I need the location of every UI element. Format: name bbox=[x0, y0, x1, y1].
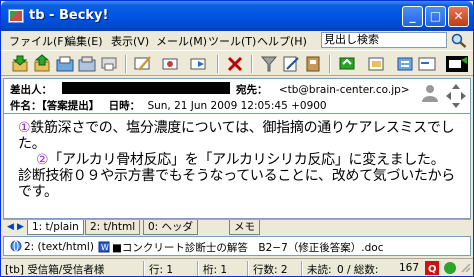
app-window: tb - Becky! _ □ ✕ ファイル(F) 編集(E) 表示(V) メー… bbox=[0, 0, 474, 277]
svg-text:W: W bbox=[101, 243, 109, 252]
toolbar-separator bbox=[125, 55, 127, 73]
new-mail-indicator-icon[interactable] bbox=[445, 54, 469, 74]
menu-help[interactable]: ヘルプ(H) bbox=[257, 33, 319, 49]
tab-text-plain[interactable]: 1: t/plain bbox=[27, 220, 84, 235]
attachment-html-label: 2: (text/html) bbox=[24, 241, 94, 253]
body-line-1: 鉄筋深さでの、塩分濃度については、御指摘の通りケアレスミスでした。 bbox=[18, 120, 455, 152]
toolbar-separator bbox=[251, 55, 253, 73]
minimize-button[interactable]: _ bbox=[402, 6, 423, 27]
reply-icon[interactable] bbox=[161, 54, 181, 74]
menu-file[interactable]: ファイル(F) bbox=[9, 33, 68, 49]
menu-tools[interactable]: ツール(T) bbox=[208, 33, 256, 49]
menu-bar: ファイル(F) 編集(E) 表示(V) メール(M) ツール(T) ヘルプ(H)… bbox=[1, 31, 473, 50]
status-folder: [tb] 受信箱/受信者様 bbox=[5, 264, 105, 276]
outbox-icon[interactable] bbox=[55, 54, 75, 74]
attachment-doc-label: ■コンクリート診断士の解答 B2−7（修正後答案）.doc bbox=[112, 242, 384, 254]
menu-edit[interactable]: 編集(E) bbox=[65, 33, 103, 49]
menu-mail[interactable]: メール(M) bbox=[156, 33, 207, 49]
status-separator bbox=[301, 261, 303, 276]
connection-icon[interactable] bbox=[443, 261, 457, 275]
status-separator bbox=[143, 261, 145, 276]
status-separator bbox=[247, 261, 249, 276]
tab-scroll-left-icon[interactable]: ◀ bbox=[7, 222, 14, 232]
edit-icon[interactable] bbox=[281, 54, 301, 74]
tab-memo[interactable]: メモ bbox=[229, 220, 260, 235]
maximize-button[interactable]: □ bbox=[425, 6, 446, 27]
subject-value: 【答案提出】 bbox=[41, 100, 100, 112]
status-bar: [tb] 受信箱/受信者様 行: 1 桁: 1 行数: 2 未読: 0 / 総数… bbox=[1, 258, 473, 276]
from-label: 差出人： bbox=[10, 84, 52, 96]
status-separator bbox=[197, 261, 199, 276]
import-icon[interactable] bbox=[367, 54, 387, 74]
date-value: Sun, 21 Jun 2009 12:05:45 +0900 bbox=[147, 100, 327, 112]
message-header: 差出人： 宛先： <tb@brain-center.co.jp> 件名：【答案提… bbox=[3, 78, 471, 114]
subject-label: 件名： bbox=[10, 100, 42, 112]
menu-view[interactable]: 表示(V) bbox=[111, 33, 149, 49]
sender-avatar-icon[interactable] bbox=[420, 82, 440, 104]
online-status-icon[interactable]: Q bbox=[425, 261, 439, 275]
status-total: 167 bbox=[399, 262, 420, 274]
bullet-marker-1: ① bbox=[18, 120, 31, 136]
options-icon[interactable] bbox=[395, 54, 415, 74]
tab-text-html[interactable]: 2: t/html bbox=[85, 220, 141, 235]
forward-icon[interactable] bbox=[189, 54, 209, 74]
to-row: 宛先： <tb@brain-center.co.jp> bbox=[236, 82, 410, 97]
message-body[interactable]: ①鉄筋深さでの、塩分濃度については、御指摘の通りケアレスミスでした。 ②「アルカ… bbox=[3, 114, 471, 219]
header-search-input[interactable]: 見出し検索 bbox=[321, 32, 447, 48]
toolbar-separator bbox=[329, 55, 331, 73]
status-line: 行: 1 bbox=[149, 264, 174, 276]
body-line-2: 「アルカリ骨材反応」を「アルカリシリカ反応」に変えました。診断技術０９や示方書で… bbox=[18, 152, 455, 200]
toolbar-separator bbox=[217, 55, 219, 73]
resize-grip-icon[interactable] bbox=[459, 261, 471, 275]
to-value[interactable]: <tb@brain-center.co.jp> bbox=[279, 84, 410, 96]
date-label: 日時： bbox=[108, 100, 141, 112]
address-book-icon[interactable] bbox=[303, 54, 323, 74]
status-rows: 行数: 2 bbox=[253, 264, 288, 276]
app-icon[interactable] bbox=[8, 9, 24, 23]
sync-icon[interactable] bbox=[337, 54, 357, 74]
close-button[interactable]: ✕ bbox=[448, 6, 469, 27]
search-icon[interactable] bbox=[450, 32, 468, 48]
status-column: 桁: 1 bbox=[203, 264, 228, 276]
attachment-html[interactable]: 2: (text/html) bbox=[10, 240, 94, 253]
to-label: 宛先： bbox=[236, 84, 268, 96]
word-document-icon: W bbox=[98, 241, 110, 253]
from-redacted bbox=[62, 82, 230, 94]
print-icon[interactable] bbox=[99, 54, 119, 74]
tab-header[interactable]: 0: ヘッダ bbox=[143, 220, 199, 235]
window-title: tb - Becky! bbox=[29, 8, 109, 23]
filter-icon[interactable] bbox=[259, 54, 279, 74]
trash-folder-icon[interactable] bbox=[77, 54, 97, 74]
tab-scroll-right-icon[interactable]: ▶ bbox=[17, 222, 24, 232]
attachment-doc[interactable]: W ■コンクリート診断士の解答 B2−7（修正後答案）.doc bbox=[98, 240, 383, 255]
attachment-bar: 2: (text/html) W ■コンクリート診断士の解答 B2−7（修正後答案… bbox=[3, 236, 471, 256]
minimize-to-tray-icon[interactable] bbox=[417, 54, 437, 74]
part-tab-bar: ◀ ▶ 1: t/plain 2: t/html 0: ヘッダ メモ bbox=[3, 219, 471, 235]
bullet-marker-2: ② bbox=[36, 152, 49, 168]
header-scroll-arrows-icon[interactable] bbox=[444, 82, 468, 110]
status-counts: 0 / 総数: bbox=[337, 264, 379, 276]
status-unread-label: 未読: bbox=[307, 264, 332, 276]
from-row: 差出人： bbox=[10, 82, 52, 97]
delete-icon[interactable] bbox=[225, 54, 245, 74]
send-receive-icon[interactable] bbox=[33, 54, 53, 74]
toolbar bbox=[1, 50, 473, 76]
title-bar[interactable]: tb - Becky! _ □ ✕ bbox=[1, 1, 473, 31]
svg-text:Q: Q bbox=[428, 264, 437, 275]
compose-icon[interactable] bbox=[133, 54, 153, 74]
receive-mail-icon[interactable] bbox=[11, 54, 31, 74]
subject-row: 件名：【答案提出】 日時： Sun, 21 Jun 2009 12:05:45 … bbox=[10, 98, 327, 113]
globe-icon bbox=[10, 240, 22, 252]
